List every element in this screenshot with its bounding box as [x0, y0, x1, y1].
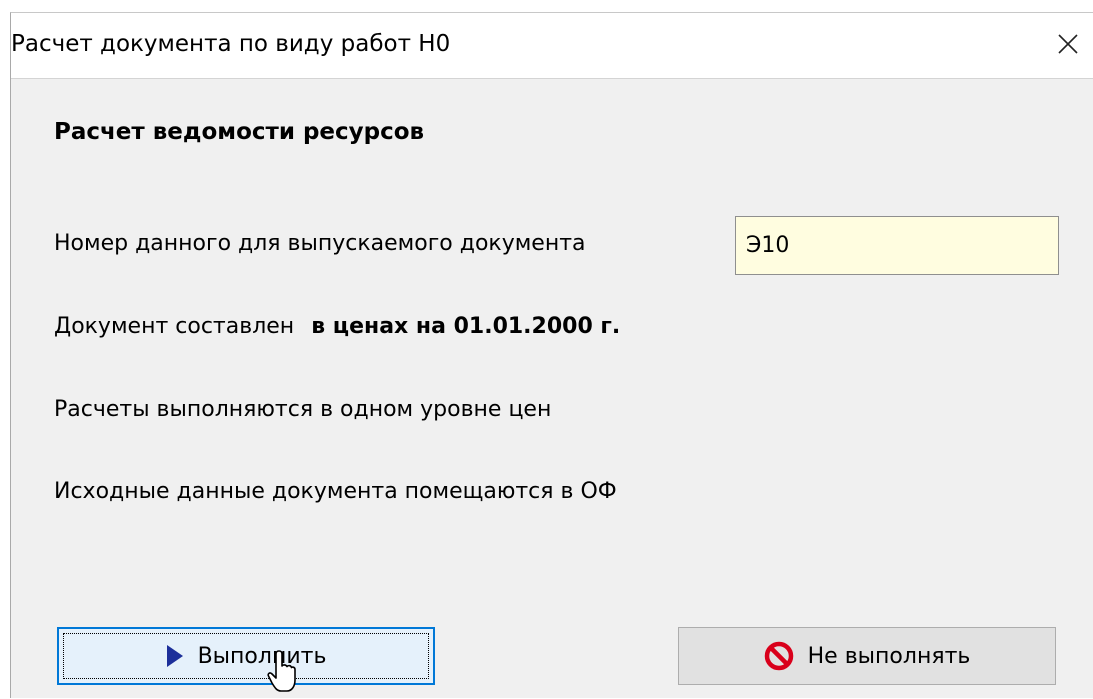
cancel-button-label: Не выполнять: [807, 643, 971, 669]
run-button-label: Выполнить: [197, 643, 327, 669]
close-icon: [1058, 34, 1078, 54]
dialog-content: Расчет ведомости ресурсов Номер данного …: [11, 79, 1093, 699]
prices-row: Документ составлен в ценах на 01.01.2000…: [54, 314, 620, 339]
title-bar: Расчет документа по виду работ Н0: [11, 13, 1093, 79]
dialog-window: Расчет документа по виду работ Н0 Расчет…: [10, 12, 1093, 698]
window-title: Расчет документа по виду работ Н0: [11, 31, 451, 57]
close-button[interactable]: [1045, 21, 1091, 67]
source-data-text: Исходные данные документа помещаются в О…: [54, 479, 617, 504]
run-button[interactable]: Выполнить: [57, 627, 435, 685]
doc-number-label: Номер данного для выпускаемого документа: [54, 231, 586, 256]
no-entry-icon: [764, 641, 794, 671]
play-triangle-icon: [166, 644, 184, 668]
cancel-button[interactable]: Не выполнять: [678, 627, 1056, 685]
doc-number-input[interactable]: [735, 216, 1059, 275]
prices-label: Документ составлен: [54, 314, 295, 339]
dialog-heading: Расчет ведомости ресурсов: [54, 119, 425, 145]
prices-value: в ценах на 01.01.2000 г.: [311, 314, 621, 339]
price-level-text: Расчеты выполняются в одном уровне цен: [54, 397, 552, 422]
